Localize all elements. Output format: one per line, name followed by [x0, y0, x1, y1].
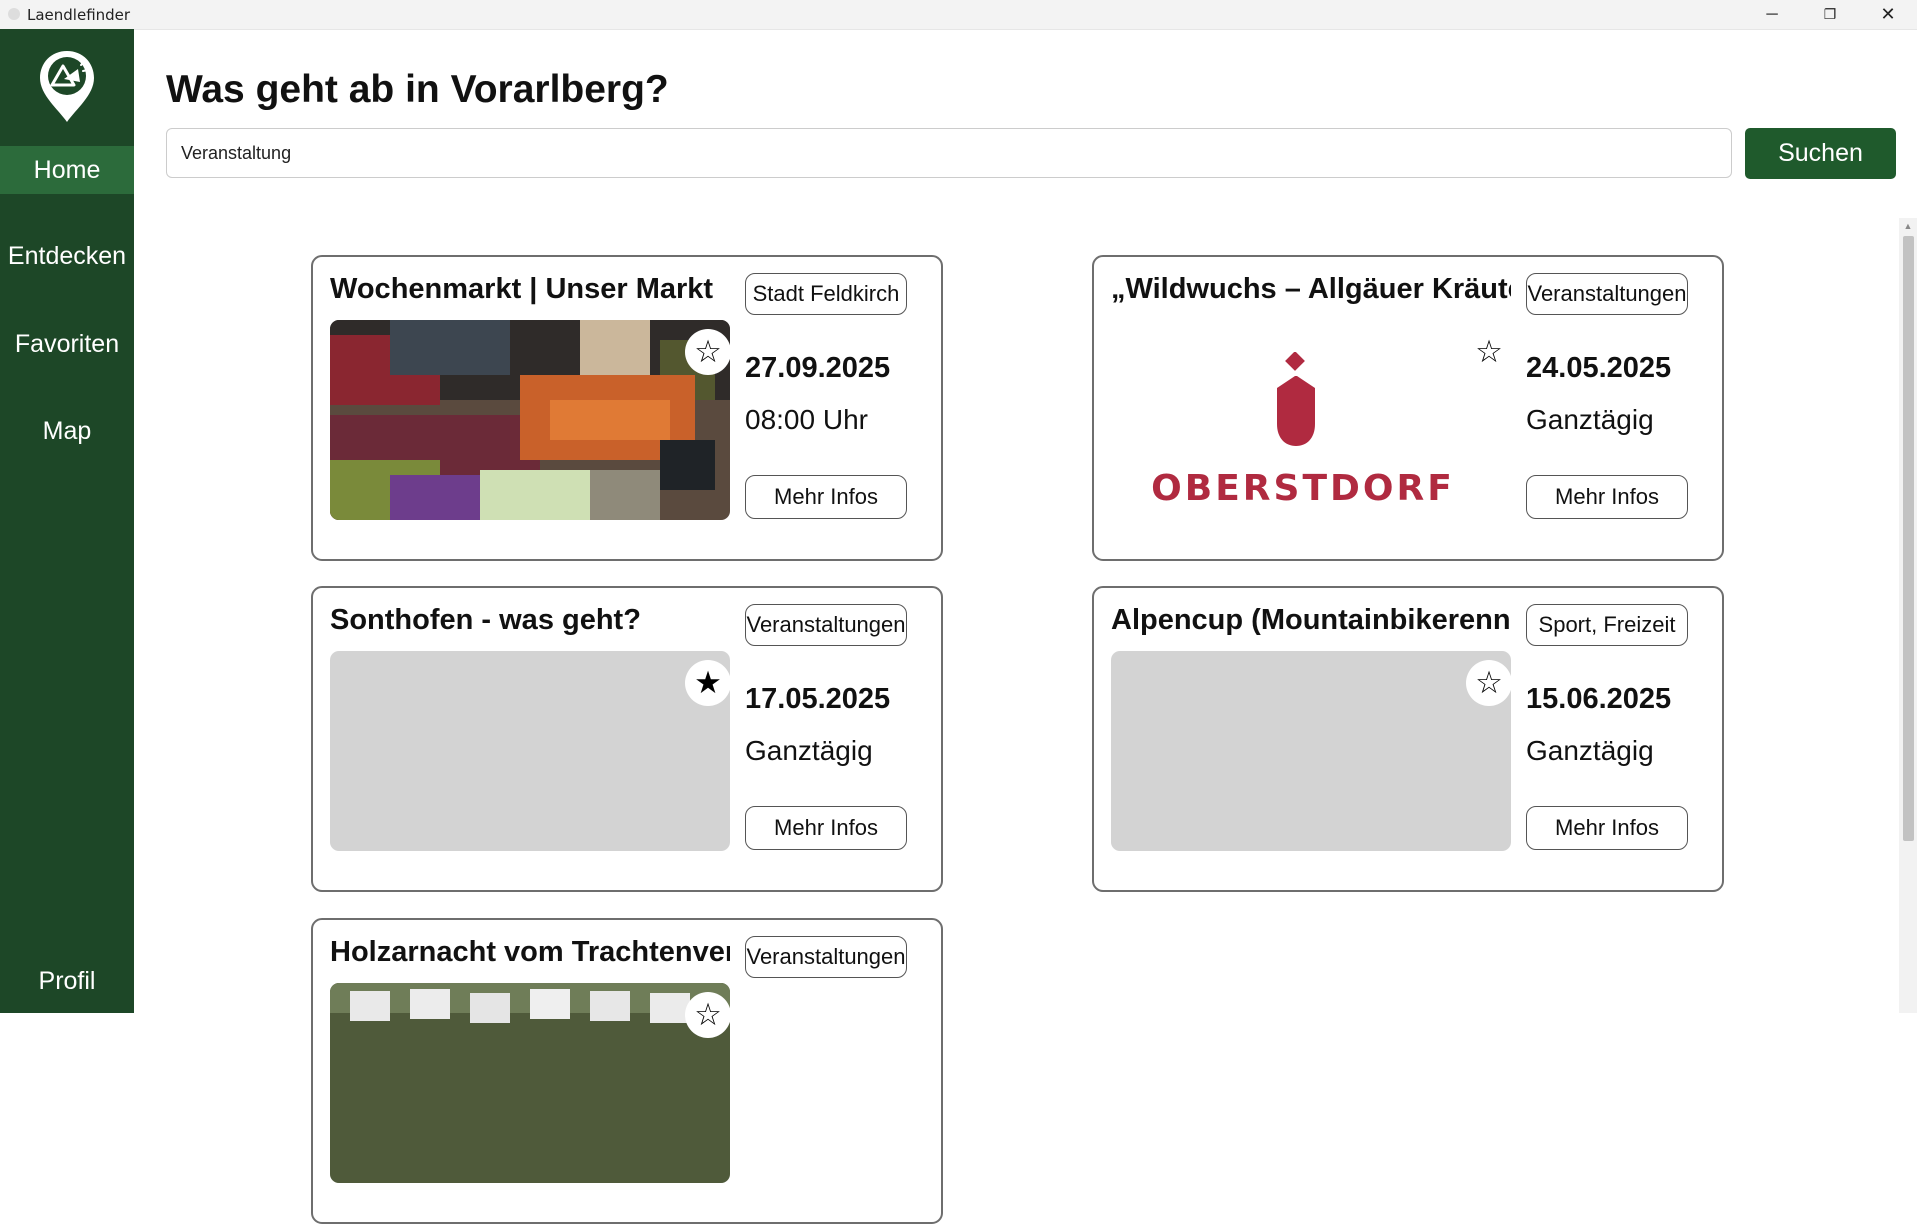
scroll-up-arrow-icon[interactable]: ▲ — [1899, 218, 1917, 234]
event-image: OBERSTDORF ☆ — [1111, 320, 1511, 520]
more-info-button[interactable]: Mehr Infos — [1526, 806, 1688, 850]
nav-home[interactable]: Home — [0, 146, 134, 194]
nav-map[interactable]: Map — [0, 407, 134, 455]
favorite-star-filled-icon[interactable]: ★ — [685, 660, 730, 706]
nav-favoriten[interactable]: Favoriten — [0, 320, 134, 368]
event-card: Holzarnacht vom Trachtenverein ☆ Veranst… — [311, 918, 943, 1224]
more-info-button[interactable]: Mehr Infos — [745, 806, 907, 850]
event-card: „Wildwuchs – Allgäuer Kräuter OBERSTDORF… — [1092, 255, 1724, 561]
scrollbar[interactable]: ▲ — [1899, 218, 1917, 1013]
oberstdorf-logo-text: OBERSTDORF — [1151, 468, 1455, 509]
event-card: Wochenmarkt | Unser Markt ☆ Stadt Feldki… — [311, 255, 943, 561]
event-date: 17.05.2025 — [745, 683, 891, 715]
event-time: Ganztägig — [1526, 404, 1654, 435]
category-tag: Veranstaltungen — [1526, 273, 1688, 315]
category-tag: Veranstaltungen — [745, 604, 907, 646]
minimize-icon[interactable]: ─ — [1743, 0, 1801, 29]
category-tag: Stadt Feldkirch — [745, 273, 907, 315]
event-title[interactable]: Holzarnacht vom Trachtenverein — [330, 936, 730, 969]
restore-icon[interactable]: ❐ — [1801, 0, 1859, 29]
search-input[interactable] — [166, 128, 1732, 178]
more-info-button[interactable]: Mehr Infos — [745, 475, 907, 519]
favorite-star-icon[interactable]: ☆ — [1466, 660, 1511, 706]
event-card: Alpencup (Mountainbikerennen ☆ Sport, Fr… — [1092, 586, 1724, 892]
event-photo-icon — [330, 983, 730, 1183]
event-date: 15.06.2025 — [1526, 683, 1672, 715]
category-tag: Sport, Freizeit — [1526, 604, 1688, 646]
favorite-star-icon[interactable]: ☆ — [1466, 329, 1511, 375]
event-time: 08:00 Uhr — [745, 404, 868, 435]
sidebar: Home Entdecken Favoriten Map Profil — [0, 29, 134, 1013]
market-photo-icon — [330, 320, 730, 520]
event-time: Ganztägig — [1526, 735, 1654, 766]
nav-profil[interactable]: Profil — [0, 957, 134, 1005]
event-title[interactable]: Sonthofen - was geht? — [330, 604, 730, 637]
event-card: Sonthofen - was geht? ★ Veranstaltungen … — [311, 586, 943, 892]
event-date: 27.09.2025 — [745, 352, 891, 384]
nav-entdecken[interactable]: Entdecken — [0, 232, 134, 280]
event-title[interactable]: Alpencup (Mountainbikerennen — [1111, 604, 1511, 637]
more-info-button[interactable]: Mehr Infos — [1526, 475, 1688, 519]
event-title[interactable]: „Wildwuchs – Allgäuer Kräuter — [1111, 273, 1511, 306]
close-icon[interactable]: ✕ — [1859, 0, 1917, 29]
app-logo-icon[interactable] — [38, 49, 96, 124]
event-image-placeholder: ☆ — [1111, 651, 1511, 851]
event-date: 24.05.2025 — [1526, 352, 1672, 384]
scrollbar-thumb[interactable] — [1903, 236, 1914, 841]
event-image: ☆ — [330, 983, 730, 1183]
search-button[interactable]: Suchen — [1745, 128, 1896, 179]
favorite-star-icon[interactable]: ☆ — [685, 329, 730, 375]
page-title: Was geht ab in Vorarlberg? — [166, 68, 669, 111]
oberstdorf-logo-icon — [1277, 352, 1315, 446]
event-time: Ganztägig — [745, 735, 873, 766]
event-image-placeholder: ★ — [330, 651, 730, 851]
app-icon — [8, 8, 20, 20]
event-image: ☆ — [330, 320, 730, 520]
category-tag: Veranstaltungen — [745, 936, 907, 978]
window-title: Laendlefinder — [27, 6, 131, 24]
event-title[interactable]: Wochenmarkt | Unser Markt — [330, 273, 730, 306]
title-bar: Laendlefinder ─ ❐ ✕ — [0, 0, 1917, 30]
favorite-star-icon[interactable]: ☆ — [685, 992, 730, 1038]
